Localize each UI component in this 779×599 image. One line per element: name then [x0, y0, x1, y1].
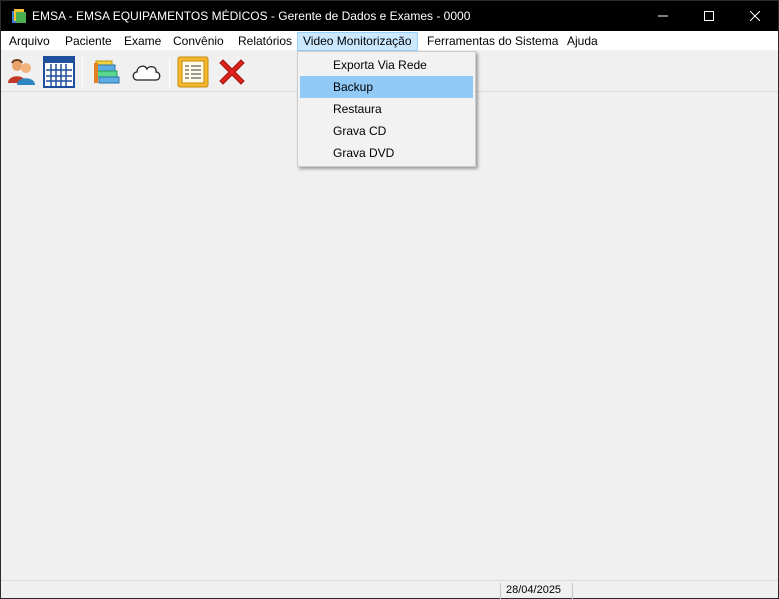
status-bar: 28/04/2025	[1, 580, 778, 599]
toolbar-separator	[169, 58, 170, 88]
patients-icon	[6, 57, 36, 90]
video-monitorizacao-dropdown: Exporta Via Rede Backup Restaura Grava C…	[297, 51, 476, 167]
status-date: 28/04/2025	[506, 584, 562, 596]
calendar-grid-icon	[43, 55, 75, 91]
close-button[interactable]	[732, 1, 778, 31]
menu-paciente[interactable]: Paciente	[59, 32, 118, 51]
toolbar-separator	[82, 58, 83, 88]
exit-button[interactable]	[215, 56, 249, 90]
menu-video-monitorizacao[interactable]: Video Monitorização	[297, 32, 418, 51]
exit-x-icon	[216, 56, 248, 91]
minimize-button[interactable]	[640, 1, 686, 31]
menu-item-grava-cd[interactable]: Grava CD	[300, 120, 473, 142]
menu-item-restaura[interactable]: Restaura	[300, 98, 473, 120]
menu-arquivo[interactable]: Arquivo	[3, 32, 56, 51]
menu-exame[interactable]: Exame	[118, 32, 167, 51]
status-panel-divider	[500, 583, 501, 599]
status-panel-divider	[572, 583, 573, 599]
menu-item-backup[interactable]: Backup	[300, 76, 473, 98]
stacked-folders-icon	[91, 57, 121, 90]
folders-button[interactable]	[89, 56, 123, 90]
menu-convenio[interactable]: Convênio	[167, 32, 230, 51]
patients-button[interactable]	[4, 56, 38, 90]
window-title: EMSA - EMSA EQUIPAMENTOS MÉDICOS - Geren…	[32, 9, 471, 23]
calendar-button[interactable]	[42, 55, 76, 91]
cloud-button[interactable]	[129, 56, 163, 90]
menu-bar: Arquivo Paciente Exame Convênio Relatóri…	[1, 31, 778, 51]
menu-ferramentas[interactable]: Ferramentas do Sistema	[421, 32, 564, 51]
report-list-icon	[177, 56, 209, 91]
menu-ajuda[interactable]: Ajuda	[561, 32, 604, 51]
menu-item-exporta-via-rede[interactable]: Exporta Via Rede	[300, 54, 473, 76]
app-logo-icon	[11, 8, 27, 24]
menu-relatorios[interactable]: Relatórios	[232, 32, 298, 51]
report-button[interactable]	[176, 56, 210, 90]
maximize-button[interactable]	[686, 1, 732, 31]
app-window: EMSA - EMSA EQUIPAMENTOS MÉDICOS - Geren…	[0, 0, 779, 599]
menu-item-grava-dvd[interactable]: Grava DVD	[300, 142, 473, 164]
title-bar[interactable]: EMSA - EMSA EQUIPAMENTOS MÉDICOS - Geren…	[1, 1, 778, 31]
cloud-icon	[130, 60, 162, 87]
